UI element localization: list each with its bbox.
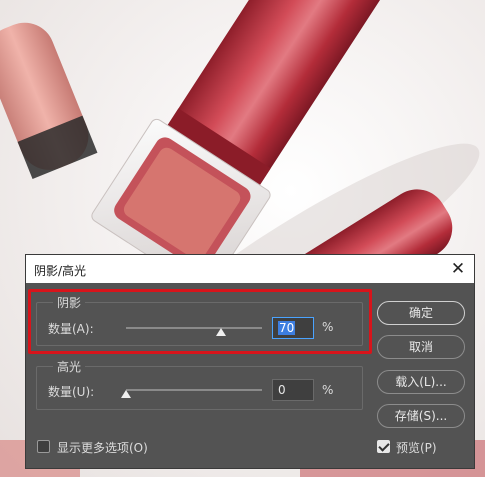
show-more-options-checkbox[interactable]	[37, 440, 50, 453]
preview-checkbox[interactable]	[377, 440, 390, 453]
highlights-amount-slider-thumb[interactable]	[121, 390, 131, 398]
show-more-options-label: 显示更多选项(O)	[57, 441, 148, 455]
dialog-titlebar: 阴影/高光 ✕	[26, 255, 474, 283]
load-button[interactable]: 载入(L)...	[377, 370, 465, 394]
highlights-amount-input[interactable]: 0	[272, 379, 314, 401]
dialog-title: 阴影/高光	[34, 264, 87, 278]
highlights-legend: 高光	[53, 358, 86, 375]
shadows-highlights-dialog: 阴影/高光 ✕ 阴影 数量(A): 70 % 高光 数量(U): 0 % 确定 …	[25, 254, 475, 469]
ok-button[interactable]: 确定	[377, 301, 465, 325]
highlights-amount-label: 数量(U):	[48, 385, 95, 399]
highlights-amount-value: 0	[278, 383, 286, 397]
close-icon[interactable]: ✕	[448, 259, 468, 279]
highlights-percent-unit: %	[322, 383, 334, 397]
shadows-highlight-box	[28, 289, 372, 354]
preview-label: 预览(P)	[396, 441, 437, 455]
highlights-amount-slider[interactable]	[126, 389, 262, 391]
cancel-button[interactable]: 取消	[377, 335, 465, 359]
save-button[interactable]: 存储(S)...	[377, 404, 465, 428]
